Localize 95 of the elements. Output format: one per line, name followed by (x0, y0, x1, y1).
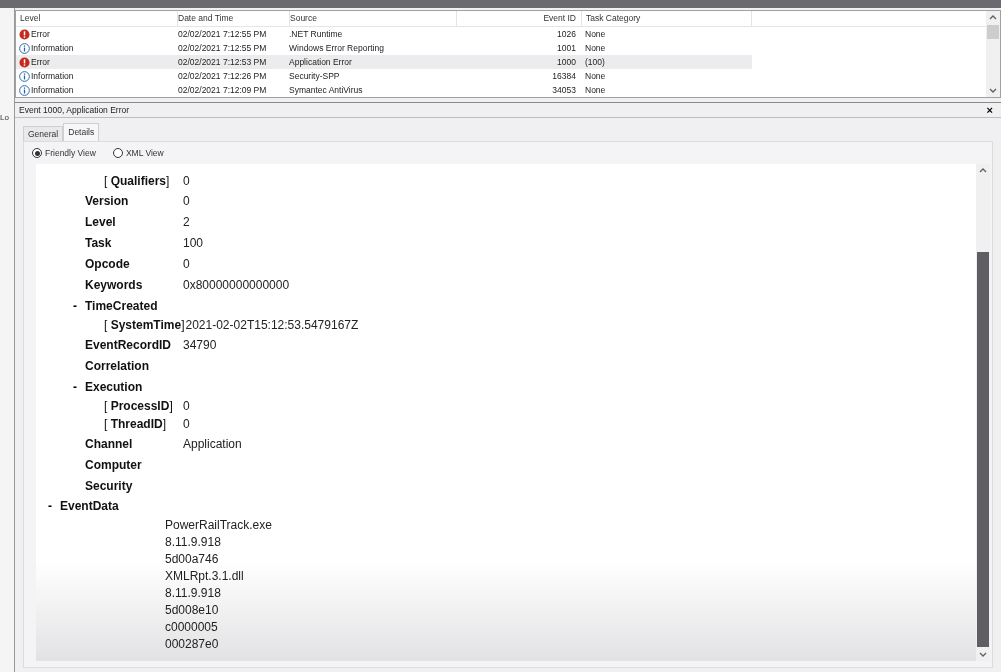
field-value: 2021-02-02T15:12:53.5479167Z (185, 317, 359, 334)
field-value: 0 (183, 255, 190, 273)
scrollbar[interactable] (976, 164, 990, 661)
field-label: EventData (60, 498, 119, 515)
field-label: Correlation (85, 357, 150, 375)
field-value: 0 (183, 416, 190, 433)
radio-label: Friendly View (45, 146, 96, 160)
collapse-toggle[interactable]: - (73, 296, 77, 315)
field-label: Execution (85, 378, 144, 396)
field-value: 0 (183, 398, 190, 415)
event-row[interactable]: Information 02/02/2021 7:12:09 PM Symantec AntiVirus 34053 None (16, 83, 752, 97)
field-label: Computer (85, 456, 143, 474)
scroll-up-icon[interactable] (989, 14, 997, 20)
table-cell-text: 02/02/2021 7:12:26 PM (177, 69, 268, 83)
table-cell-text: 02/02/2021 7:12:09 PM (177, 83, 268, 97)
table-cell: Error (31, 27, 50, 41)
tab[interactable]: General (23, 126, 64, 141)
field-value: 0x80000000000000 (183, 276, 290, 294)
column-header[interactable]: Task Category (582, 11, 752, 26)
scroll-thumb[interactable] (987, 25, 999, 39)
details-title: Event 1000, Application Error (19, 103, 130, 117)
table-cell: Information (31, 41, 74, 55)
field-value: 100 (183, 234, 204, 252)
column-header[interactable]: Date and Time (178, 11, 290, 26)
column-header[interactable]: Event ID (457, 11, 582, 26)
field-label: Security (85, 477, 134, 495)
field-label: Channel (85, 435, 134, 453)
event-row[interactable]: Information 02/02/2021 7:12:26 PM Security-SPP 16384 None (16, 69, 752, 83)
field-label: Keywords (85, 276, 144, 294)
field-label: [ ProcessID] (104, 398, 174, 415)
table-cell-text: None (584, 83, 607, 97)
field-value: 0 (183, 192, 190, 210)
data-value: c0000005 (165, 618, 218, 636)
field-value: Application (183, 435, 242, 453)
field-label: TimeCreated (85, 297, 159, 315)
data-value: PowerRailTrack.exe (165, 516, 272, 534)
event-row[interactable]: Error 02/02/2021 7:12:55 PM .NET Runtime 1026 None (16, 27, 752, 41)
field-value: 2 (183, 213, 190, 231)
radio-button[interactable] (112, 148, 123, 158)
field-label: [ Qualifiers] (104, 173, 171, 190)
data-value: 8.11.9.918 (165, 584, 221, 602)
table-cell-text: None (584, 41, 607, 55)
pane-label: Lo (0, 113, 9, 122)
error-icon (19, 56, 30, 68)
data-value: XMLRpt.3.1.dll (165, 567, 244, 585)
scrollbar[interactable] (986, 11, 1000, 97)
collapse-toggle[interactable]: - (48, 497, 52, 515)
table-cell-text: Application Error (289, 55, 353, 69)
table-cell-text: Windows Error Reporting (289, 41, 385, 55)
info-icon (19, 42, 30, 54)
table-cell-text: Symantec AntiVirus (289, 83, 364, 97)
collapse-toggle[interactable]: - (73, 377, 77, 396)
table-cell-text: Security-SPP (289, 69, 341, 83)
column-header[interactable]: Source (290, 11, 457, 26)
field-label: Version (85, 192, 130, 210)
radio-label: XML View (125, 146, 164, 160)
data-value: 8.11.9.918 (165, 533, 221, 551)
table-cell-text: None (584, 69, 607, 83)
table-cell-text: 02/02/2021 7:12:55 PM (177, 27, 268, 41)
scroll-up-icon[interactable] (979, 167, 987, 173)
scroll-down-icon[interactable] (989, 88, 997, 94)
info-icon (19, 70, 30, 82)
table-cell-text: 02/02/2021 7:12:53 PM (177, 55, 268, 69)
tab[interactable]: Details (63, 123, 100, 141)
field-label: [ SystemTime] (104, 317, 186, 334)
table-cell-text: (100) (584, 55, 606, 69)
field-label: Task (85, 234, 113, 252)
field-label: EventRecordID (85, 336, 173, 354)
table-cell-text: 16384 (551, 69, 577, 83)
table-cell: Error (31, 55, 50, 69)
table-cell-text: .NET Runtime (289, 27, 344, 41)
scroll-thumb[interactable] (977, 252, 989, 647)
table-cell-text: 02/02/2021 7:12:55 PM (177, 41, 268, 55)
table-cell-text: 34053 (551, 83, 577, 97)
close-button[interactable]: × (986, 104, 993, 116)
error-icon (19, 28, 30, 40)
radio-button[interactable] (32, 148, 42, 158)
field-label: Level (85, 213, 117, 231)
column-header[interactable]: Level (20, 11, 178, 26)
field-value: 0 (183, 173, 190, 190)
field-label: Opcode (85, 255, 131, 273)
field-value: 34790 (183, 336, 217, 354)
event-row[interactable]: Error 02/02/2021 7:12:53 PM Application Error 1000 (100) (16, 55, 752, 69)
event-row[interactable]: Information 02/02/2021 7:12:55 PM Windows Error Reporting 1001 None (16, 41, 752, 55)
data-value: 5d00a746 (165, 550, 219, 568)
scroll-down-icon[interactable] (979, 652, 987, 658)
table-cell: Information (31, 69, 74, 83)
data-value: 000287e0 (165, 635, 219, 653)
table-cell-text: 1026 (556, 27, 577, 41)
table-cell-text: 1001 (556, 41, 577, 55)
table-cell: Information (31, 83, 74, 97)
field-label: [ ThreadID] (104, 416, 168, 433)
table-cell-text: 1000 (556, 55, 577, 69)
table-cell-text: None (584, 27, 607, 41)
data-value: 5d008e10 (165, 601, 219, 619)
